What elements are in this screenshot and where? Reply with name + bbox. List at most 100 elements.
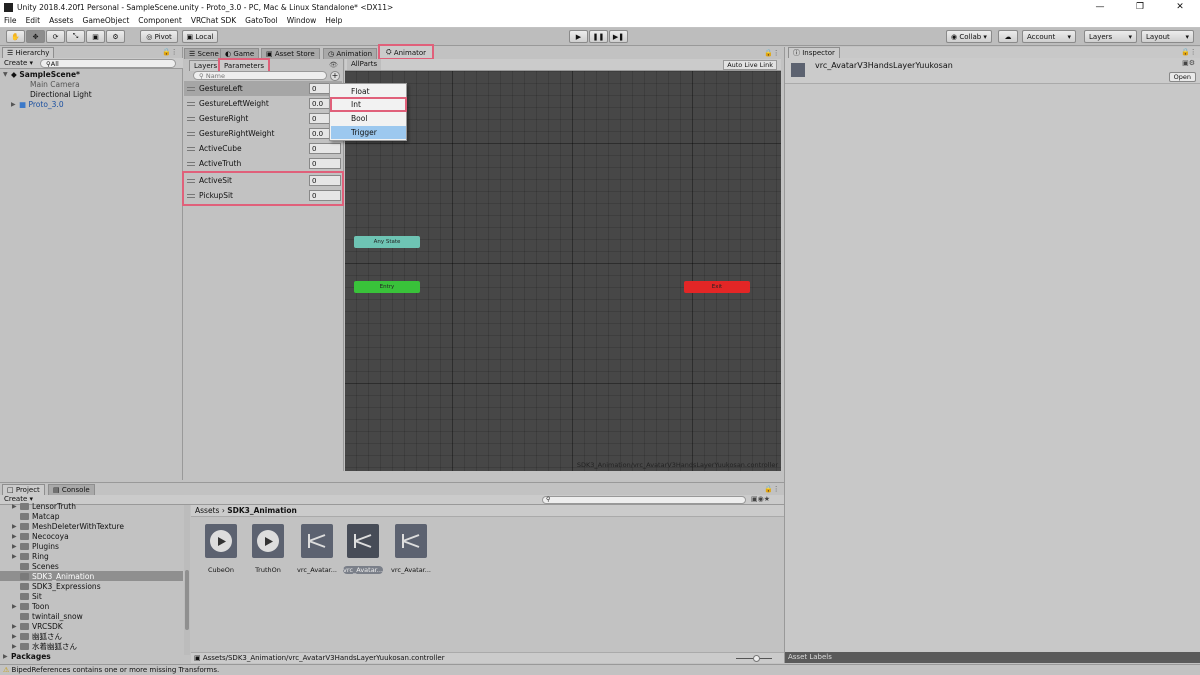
cloud-icon[interactable]: ☁ [998,30,1018,43]
menu-item-int[interactable]: Int [330,97,407,112]
param-value[interactable]: 0 [309,175,341,186]
layout-dropdown[interactable]: Layout ▾ [1141,30,1194,43]
rect-tool-icon[interactable]: ▣ [86,30,105,43]
layers-dropdown[interactable]: Layers ▾ [1084,30,1137,43]
param-value[interactable]: 0 [309,190,341,201]
hierarchy-item-proto[interactable]: ▶ ■ Proto_3.0 [11,99,64,109]
chevron-right-icon[interactable]: ▶ [12,603,20,610]
scrollbar-thumb[interactable] [185,570,189,630]
folder-item[interactable]: Matcap [12,511,183,521]
menu-assets[interactable]: Assets [49,16,73,25]
menu-help[interactable]: Help [325,16,342,25]
chevron-right-icon[interactable]: ▶ [12,533,20,540]
tab-animator[interactable]: ⛭ Animator [377,44,435,60]
play-button[interactable]: ▶ [569,30,588,43]
lock-icon[interactable]: 🔒⋮ [764,485,780,493]
move-tool-icon[interactable]: ✥ [26,30,45,43]
menu-item-float[interactable]: Float [331,85,406,98]
drag-handle-icon[interactable] [187,161,195,166]
menu-edit[interactable]: Edit [26,16,41,25]
param-row[interactable]: GestureRight 0 [184,111,342,126]
chevron-right-icon[interactable]: ▶ [12,523,20,530]
folder-item[interactable]: Sit [12,591,183,601]
scene-row[interactable]: ▼ ◆ SampleScene* [3,69,80,79]
status-bar[interactable]: ⚠ BipedReferences contains one or more m… [0,664,1200,675]
local-button[interactable]: ▣ Local [182,30,218,43]
drag-handle-icon[interactable] [187,131,195,136]
parameter-search-input[interactable]: ⚲ Name [193,71,327,80]
chevron-right-icon[interactable]: ▶ [11,101,19,108]
drag-handle-icon[interactable] [187,86,195,91]
lock-icon[interactable]: 🔒⋮ [764,49,780,57]
param-value[interactable]: 0 [309,143,341,154]
drag-handle-icon[interactable] [187,101,195,106]
drag-handle-icon[interactable] [187,193,195,198]
menu-vrchat-sdk[interactable]: VRChat SDK [191,16,236,25]
tab-inspector[interactable]: ⓘ Inspector [788,47,840,58]
eye-icon[interactable]: 👁 [329,61,338,69]
slider-thumb[interactable] [753,655,760,662]
chevron-down-icon[interactable]: ▼ [3,71,11,78]
menu-gameobject[interactable]: GameObject [83,16,130,25]
param-row[interactable]: GestureLeftWeight 0.0 [184,96,342,111]
menu-component[interactable]: Component [138,16,182,25]
project-search-input[interactable]: ⚲ [542,496,746,504]
settings-icon[interactable]: ▣⚙ [1182,59,1195,67]
folder-item[interactable]: ▶ Ring [12,551,183,561]
animator-graph[interactable]: Any State Entry Exit SDK3_Animation/vrc_… [345,71,781,471]
maximize-button[interactable]: ❐ [1120,0,1160,14]
asset-item[interactable]: CubeOn [201,524,241,574]
lock-icon[interactable]: 🔒⋮ [1181,48,1197,56]
chevron-right-icon[interactable]: ▶ [12,543,20,550]
asset-item[interactable]: TruthOn [248,524,288,574]
chevron-right-icon[interactable]: ▶ [12,553,20,560]
pause-button[interactable]: ❚❚ [589,30,608,43]
menu-item-trigger[interactable]: Trigger [331,126,406,139]
tab-asset-store[interactable]: ▣ Asset Store [261,48,320,59]
hand-tool-icon[interactable]: ✋ [6,30,25,43]
close-button[interactable]: ✕ [1160,0,1200,14]
layer-breadcrumb[interactable]: AllParts [347,59,382,70]
folder-item[interactable]: Scenes [12,561,183,571]
drag-handle-icon[interactable] [187,178,195,183]
folder-item[interactable]: ▶ Plugins [12,541,183,551]
chevron-right-icon[interactable]: ▶ [12,503,20,510]
param-row[interactable]: PickupSit 0 [184,188,342,203]
folder-item[interactable]: ▶ VRCSDK [12,621,183,631]
chevron-right-icon[interactable]: ▶ [12,643,20,650]
param-row[interactable]: ActiveSit 0 [184,173,342,188]
scale-tool-icon[interactable]: ⤡ [66,30,85,43]
folder-item[interactable]: ▶ 水着幽狐さん [12,641,183,651]
pivot-button[interactable]: ◎ Pivot [140,30,178,43]
hierarchy-search-input[interactable]: ⚲All [40,59,176,68]
folder-tree-scrollbar[interactable] [184,505,190,655]
packages-row[interactable]: ▶ Packages [3,651,186,661]
step-button[interactable]: ▶❚ [609,30,628,43]
menu-item-bool[interactable]: Bool [331,112,406,125]
hierarchy-item-main-camera[interactable]: Main Camera [30,79,80,89]
param-row[interactable]: GestureRightWeight 0.0 [184,126,342,141]
folder-item[interactable]: ▶ LensorTruth [12,501,183,511]
param-row[interactable]: GestureLeft 0 [184,81,342,96]
add-parameter-button[interactable]: + [330,71,340,81]
chevron-right-icon[interactable]: ▶ [3,653,11,660]
asset-item[interactable]: vrc_Avatar... [391,524,431,574]
folder-item[interactable]: ▶ Toon [12,601,183,611]
filter-icons[interactable]: ▣◉★ [751,495,770,503]
tab-hierarchy[interactable]: ☰ Hierarchy [2,47,55,58]
hierarchy-item-directional-light[interactable]: Directional Light [30,89,92,99]
minimize-button[interactable]: — [1080,0,1120,14]
folder-item-selected[interactable]: SDK3_Animation [0,571,183,581]
collab-button[interactable]: ◉ Collab ▾ [946,30,992,43]
asset-labels-bar[interactable]: Asset Labels [785,652,1200,663]
asset-item[interactable]: vrc_Avatar... [297,524,337,574]
menu-file[interactable]: File [4,16,17,25]
folder-item[interactable]: ▶ MeshDeleterWithTexture [12,521,183,531]
tab-layers[interactable]: Layers [189,60,223,71]
drag-handle-icon[interactable] [187,116,195,121]
menu-gatotool[interactable]: GatoTool [245,16,278,25]
lock-icon[interactable]: 🔒⋮ [162,48,178,56]
breadcrumb-current[interactable]: SDK3_Animation [227,506,297,515]
tab-game[interactable]: ◐ Game [220,48,260,59]
folder-item[interactable]: ▶ 幽狐さん [12,631,183,641]
